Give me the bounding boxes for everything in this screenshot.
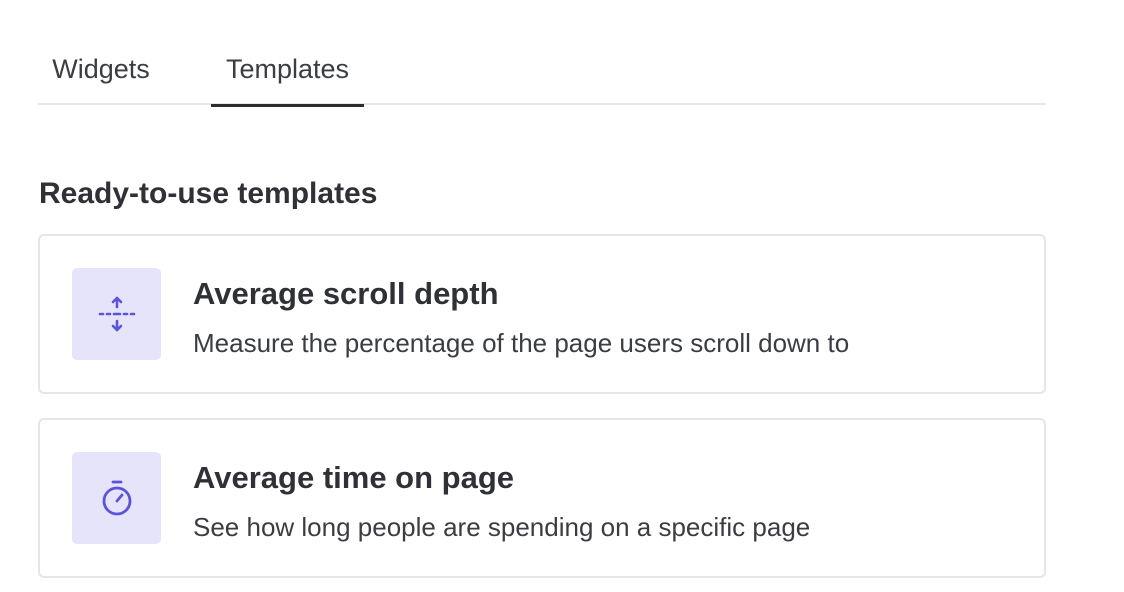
tab-widgets-label: Widgets bbox=[52, 54, 150, 84]
template-title: Average scroll depth bbox=[193, 276, 499, 311]
stopwatch-icon-tile bbox=[72, 452, 161, 544]
template-card-scroll-depth[interactable]: Average scroll depth Measure the percent… bbox=[38, 234, 1046, 394]
scroll-depth-icon-tile bbox=[72, 268, 161, 360]
tab-bar: Widgets Templates bbox=[38, 40, 1046, 107]
section-title: Ready-to-use templates bbox=[39, 177, 378, 210]
template-description: Measure the percentage of the page users… bbox=[193, 328, 850, 358]
template-card-time-on-page[interactable]: Average time on page See how long people… bbox=[38, 418, 1046, 578]
tab-widgets[interactable]: Widgets bbox=[38, 40, 164, 105]
tab-templates-label: Templates bbox=[225, 54, 350, 84]
template-description: See how long people are spending on a sp… bbox=[193, 512, 811, 542]
template-title: Average time on page bbox=[193, 460, 515, 495]
tab-templates[interactable]: Templates bbox=[211, 40, 364, 107]
stopwatch-icon bbox=[102, 480, 131, 516]
templates-panel: Widgets Templates Ready-to-use templates… bbox=[0, 0, 1124, 592]
scroll-depth-icon bbox=[98, 296, 135, 332]
